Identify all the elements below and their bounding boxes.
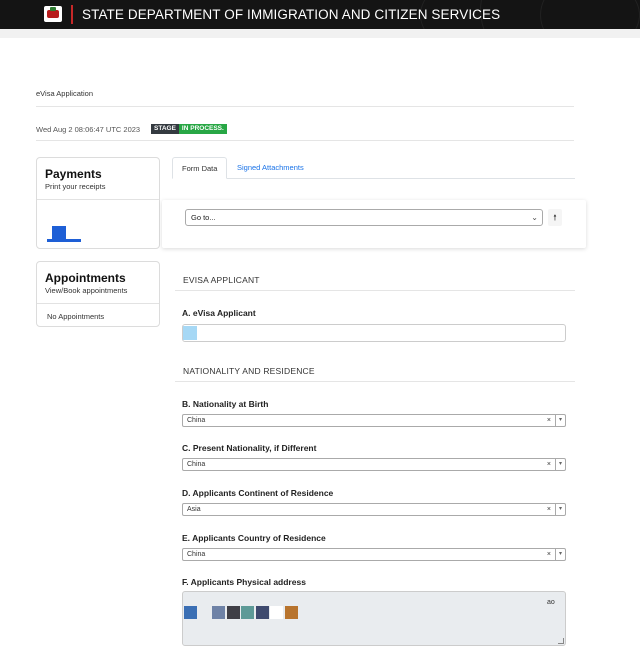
evisa-applicant-field[interactable] bbox=[182, 324, 566, 342]
site-title[interactable]: STATE DEPARTMENT OF IMMIGRATION AND CITI… bbox=[82, 7, 500, 22]
clear-icon[interactable]: × bbox=[547, 415, 551, 426]
appointments-subtitle[interactable]: View/Book appointments bbox=[45, 286, 127, 295]
field-label-continent: D. Applicants Continent of Residence bbox=[182, 488, 334, 498]
select-value: China bbox=[187, 461, 206, 468]
divider bbox=[175, 381, 575, 382]
field-label-nationality-birth: B. Nationality at Birth bbox=[182, 399, 269, 409]
divider bbox=[175, 290, 575, 291]
redacted-block bbox=[270, 606, 283, 619]
receipt-icon[interactable] bbox=[47, 226, 81, 244]
present-nationality-select[interactable]: China × ▾ bbox=[182, 458, 566, 471]
header-subbar bbox=[0, 29, 640, 38]
redacted-block bbox=[183, 326, 197, 340]
receipt-gap bbox=[67, 226, 81, 239]
crest-top bbox=[50, 7, 56, 11]
select-value: Asia bbox=[187, 506, 201, 513]
country-select[interactable]: China × ▾ bbox=[182, 548, 566, 561]
chevron-down-icon: ⌄ bbox=[531, 213, 538, 222]
divider bbox=[36, 106, 574, 107]
redacted-block bbox=[241, 606, 254, 619]
breadcrumb[interactable]: eVisa Application bbox=[36, 89, 93, 98]
receipt-base bbox=[47, 239, 81, 242]
card-divider bbox=[37, 199, 159, 200]
field-label-evisa-applicant: A. eVisa Applicant bbox=[182, 308, 256, 318]
tab-signed-attachments[interactable]: Signed Attachments bbox=[228, 157, 313, 179]
nationality-birth-select[interactable]: China × ▾ bbox=[182, 414, 566, 427]
status-badge: STAGE IN PROCESS. bbox=[151, 124, 227, 134]
appointments-title[interactable]: Appointments bbox=[45, 271, 126, 285]
goto-panel: Go to... ⌄ 🠕 bbox=[162, 200, 586, 248]
appointments-empty: No Appointments bbox=[47, 312, 105, 321]
goto-select[interactable]: Go to... ⌄ bbox=[185, 209, 543, 226]
header-divider bbox=[71, 5, 73, 24]
stage-value: IN PROCESS. bbox=[178, 124, 227, 134]
field-label-country: E. Applicants Country of Residence bbox=[182, 533, 326, 543]
chevron-down-icon[interactable]: ▾ bbox=[555, 549, 565, 560]
chevron-down-icon[interactable]: ▾ bbox=[555, 459, 565, 470]
redacted-block bbox=[184, 606, 197, 619]
redacted-block bbox=[256, 606, 269, 619]
section-evisa-applicant: EVISA APPLICANT bbox=[183, 275, 260, 285]
field-label-physical-address: F. Applicants Physical address bbox=[182, 577, 306, 587]
top-header-bar: STATE DEPARTMENT OF IMMIGRATION AND CITI… bbox=[0, 0, 640, 29]
resize-handle[interactable] bbox=[558, 638, 564, 644]
select-value: China bbox=[187, 551, 206, 558]
redacted-block bbox=[227, 606, 240, 619]
stage-label: STAGE bbox=[151, 124, 179, 134]
redacted-block bbox=[212, 606, 225, 619]
payments-title[interactable]: Payments bbox=[45, 167, 102, 181]
goto-value: Go to... bbox=[191, 213, 216, 222]
select-value: China bbox=[187, 417, 206, 424]
header-decoration bbox=[540, 0, 640, 29]
tab-form-data[interactable]: Form Data bbox=[172, 157, 228, 179]
physical-address-field[interactable]: ao bbox=[182, 591, 566, 646]
card-divider bbox=[37, 303, 159, 304]
divider bbox=[36, 140, 574, 141]
crest-shield bbox=[47, 10, 59, 18]
timestamp: Wed Aug 2 08:06:47 UTC 2023 bbox=[36, 125, 141, 134]
chevron-down-icon[interactable]: ▾ bbox=[555, 415, 565, 426]
clear-icon[interactable]: × bbox=[547, 504, 551, 515]
address-text: ao bbox=[547, 599, 555, 606]
coat-of-arms-icon[interactable] bbox=[44, 6, 62, 22]
arrow-up-icon[interactable]: 🠕 bbox=[548, 209, 562, 226]
field-label-present-nationality: C. Present Nationality, if Different bbox=[182, 443, 317, 453]
payments-subtitle[interactable]: Print your receipts bbox=[45, 182, 105, 191]
receipt-block bbox=[52, 226, 66, 240]
section-nationality-residence: NATIONALITY AND RESIDENCE bbox=[183, 366, 315, 376]
form-tabs: Form Data Signed Attachments bbox=[172, 157, 575, 179]
chevron-down-icon[interactable]: ▾ bbox=[555, 504, 565, 515]
clear-icon[interactable]: × bbox=[547, 459, 551, 470]
redacted-block bbox=[285, 606, 298, 619]
clear-icon[interactable]: × bbox=[547, 549, 551, 560]
appointments-card: Appointments View/Book appointments No A… bbox=[36, 261, 160, 327]
continent-select[interactable]: Asia × ▾ bbox=[182, 503, 566, 516]
payments-card: Payments Print your receipts bbox=[36, 157, 160, 249]
